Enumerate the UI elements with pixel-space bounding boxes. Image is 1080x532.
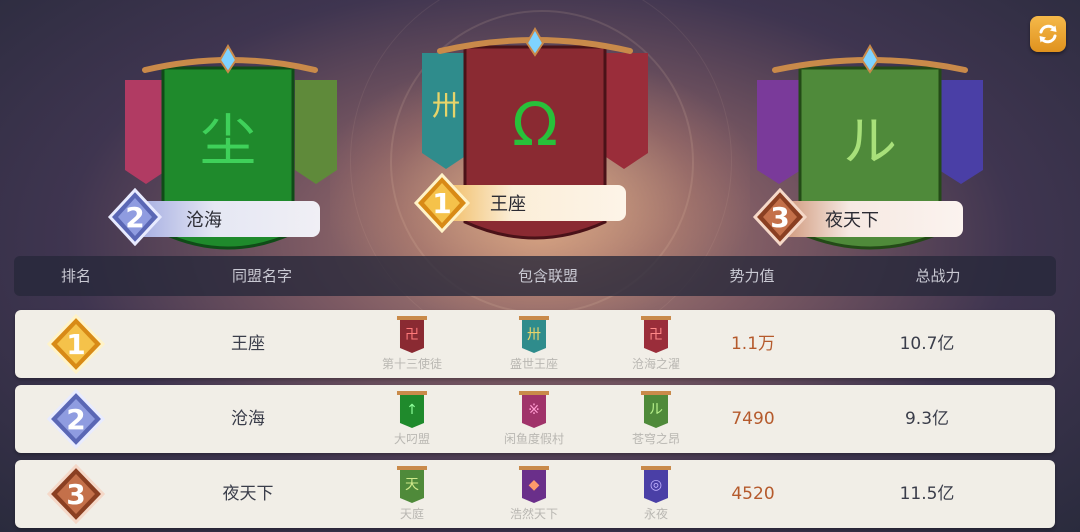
banner-side-left — [757, 80, 801, 184]
svg-text:1: 1 — [432, 187, 451, 220]
member-alliance-name: 第十三使徒 — [381, 357, 443, 371]
combat-value: 9.3亿 — [904, 409, 950, 429]
svg-text:卅: 卅 — [527, 327, 541, 343]
svg-text:尘: 尘 — [200, 109, 256, 174]
header-members: 包含联盟 — [517, 267, 579, 285]
refresh-icon — [1039, 24, 1057, 44]
svg-text:1: 1 — [66, 328, 85, 361]
svg-text:ル: ル — [649, 402, 663, 418]
svg-text:Ω: Ω — [512, 90, 558, 160]
member-alliance-name: 闲鱼度假村 — [503, 432, 565, 446]
header-alliance-name: 同盟名字 — [231, 267, 293, 285]
svg-text:3: 3 — [66, 478, 85, 511]
member-alliance-name: 浩然天下 — [509, 507, 559, 521]
alliance-flag-icon: ※ — [518, 391, 549, 428]
svg-text:※: ※ — [528, 402, 540, 418]
table-row[interactable]: 2 沧海 ↑ 大叼盟 ※ 闲鱼度假村 ル 苍穹之昂 7490 9.3亿 — [15, 385, 1055, 453]
power-value: 4520 — [731, 484, 775, 504]
member-alliance-name: 盛世王座 — [509, 357, 559, 371]
member-alliance[interactable]: ※ 闲鱼度假村 — [504, 389, 564, 447]
member-alliance[interactable]: ◎ 永夜 — [639, 464, 673, 522]
svg-text:天: 天 — [405, 477, 419, 493]
alliance-flag-icon: ◎ — [641, 466, 671, 503]
alliance-flag-icon: ◆ — [518, 466, 549, 503]
banner-side-left — [125, 80, 167, 184]
alliance-flag-icon: 卅 — [518, 316, 549, 353]
member-alliance[interactable]: 卍 第十三使徒 — [382, 314, 442, 372]
alliance-name: 王座 — [490, 194, 526, 215]
podium-second[interactable]: 尘 沧海 2 — [100, 40, 340, 255]
rank-2-badge: 2 — [46, 389, 106, 449]
alliance-flag-icon: 天 — [397, 466, 427, 503]
member-alliance[interactable]: 卍 沧海之濯 — [632, 314, 680, 372]
svg-text:卍: 卍 — [649, 327, 663, 343]
member-alliance-name: 苍穹之昂 — [631, 432, 681, 446]
member-alliance[interactable]: 天 天庭 — [395, 464, 429, 522]
member-alliance[interactable]: ル 苍穹之昂 — [632, 389, 680, 447]
svg-text:◎: ◎ — [650, 477, 662, 493]
member-alliance[interactable]: 卅 盛世王座 — [510, 314, 558, 372]
banner-side-right — [600, 53, 648, 169]
combat-value: 11.5亿 — [899, 484, 955, 504]
power-value: 7490 — [731, 409, 775, 429]
banner-side-right — [295, 80, 337, 184]
member-alliance-name: 大叼盟 — [393, 432, 431, 446]
ranking-table-header: 排名 同盟名字 包含联盟 势力值 总战力 — [14, 256, 1056, 296]
member-alliance-name: 永夜 — [643, 507, 668, 521]
header-power: 势力值 — [729, 267, 775, 285]
svg-text:2: 2 — [125, 201, 144, 234]
header-combat: 总战力 — [915, 267, 961, 285]
alliance-flag-icon: ル — [640, 391, 671, 428]
rank-1-badge: 1 — [413, 173, 471, 233]
banner-side-right — [939, 80, 983, 184]
member-alliance[interactable]: ↑ 大叼盟 — [394, 389, 430, 447]
member-alliance-name: 沧海之濯 — [631, 357, 681, 371]
podium-first[interactable]: 卅 Ω 王座 1 — [410, 25, 670, 250]
refresh-button[interactable] — [1030, 16, 1066, 52]
svg-text:◆: ◆ — [529, 477, 540, 493]
alliance-flag-icon: 卍 — [396, 316, 427, 353]
svg-text:ル: ル — [843, 110, 897, 173]
svg-text:3: 3 — [770, 201, 789, 234]
header-rank: 排名 — [60, 267, 92, 285]
alliance-name: 王座 — [231, 334, 265, 354]
member-alliance-name: 天庭 — [399, 507, 424, 521]
svg-text:卅: 卅 — [432, 89, 460, 122]
svg-text:卍: 卍 — [405, 327, 419, 343]
alliance-name: 夜天下 — [222, 484, 274, 504]
member-alliance[interactable]: ◆ 浩然天下 — [510, 464, 558, 522]
alliance-flag-icon: ↑ — [396, 391, 427, 428]
rank-3-badge: 3 — [752, 188, 808, 246]
rank-3-badge: 3 — [46, 464, 106, 524]
svg-text:2: 2 — [66, 403, 85, 436]
rank-1-badge: 1 — [46, 314, 106, 374]
combat-value: 10.7亿 — [899, 334, 955, 354]
svg-text:↑: ↑ — [406, 402, 418, 418]
alliance-name: 沧海 — [186, 210, 222, 231]
alliance-name: 夜天下 — [825, 210, 879, 231]
podium-third[interactable]: ル 夜天下 3 — [745, 40, 995, 255]
table-row[interactable]: 1 王座 卍 第十三使徒 卅 盛世王座 卍 沧海之濯 1.1万 10.7亿 — [15, 310, 1055, 378]
rank-2-badge: 2 — [107, 188, 163, 246]
alliance-name: 沧海 — [231, 409, 265, 429]
power-value: 1.1万 — [730, 334, 776, 354]
table-row[interactable]: 3 夜天下 天 天庭 ◆ 浩然天下 ◎ 永夜 4520 11.5亿 — [15, 460, 1055, 528]
alliance-flag-icon: 卍 — [640, 316, 671, 353]
